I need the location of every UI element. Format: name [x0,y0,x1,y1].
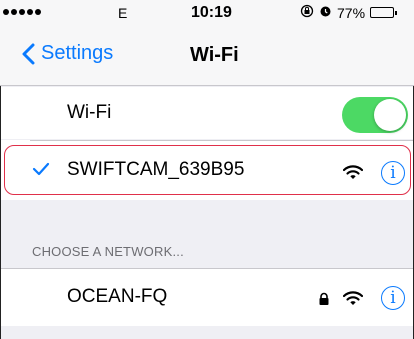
wifi-signal-icon [342,291,364,311]
battery-icon [370,7,398,18]
back-button[interactable]: Settings [22,42,113,65]
connected-network-name: SWIFTCAM_639B95 [67,159,245,180]
wifi-settings-screen: E 10:19 77% Settings Wi-Fi Wi-Fi SWIFTCA… [0,0,414,339]
toggle-knob [374,99,406,131]
connected-network-row[interactable]: SWIFTCAM_639B95 i [0,140,414,200]
chevron-left-icon [22,43,35,64]
status-bar: E 10:19 77% [0,0,414,26]
frame-edge-left [0,86,1,339]
wifi-toggle-label: Wi-Fi [67,102,112,123]
signal-dots-icon [3,9,41,15]
choose-network-header: CHOOSE A NETWORK... [32,244,184,259]
lock-icon [318,292,330,311]
wifi-signal-icon [342,165,364,185]
network-info-button[interactable]: i [381,286,405,310]
carrier-label: E [118,5,128,21]
battery-percent: 77% [337,4,366,21]
connected-network-info-button[interactable]: i [381,161,405,185]
navigation-bar: Settings Wi-Fi [0,26,414,86]
alarm-icon [319,4,332,21]
network-name: OCEAN-FQ [67,286,168,307]
page-title: Wi-Fi [190,44,239,66]
row-divider [30,140,414,141]
status-right-group: 77% [300,4,398,21]
wifi-toggle-switch[interactable] [342,97,408,133]
checkmark-icon [32,160,50,181]
wifi-toggle-row: Wi-Fi [0,87,414,139]
rotation-lock-icon [300,4,314,21]
network-row[interactable]: OCEAN-FQ i [0,268,414,326]
status-time: 10:19 [191,4,232,21]
back-button-label: Settings [41,42,114,64]
